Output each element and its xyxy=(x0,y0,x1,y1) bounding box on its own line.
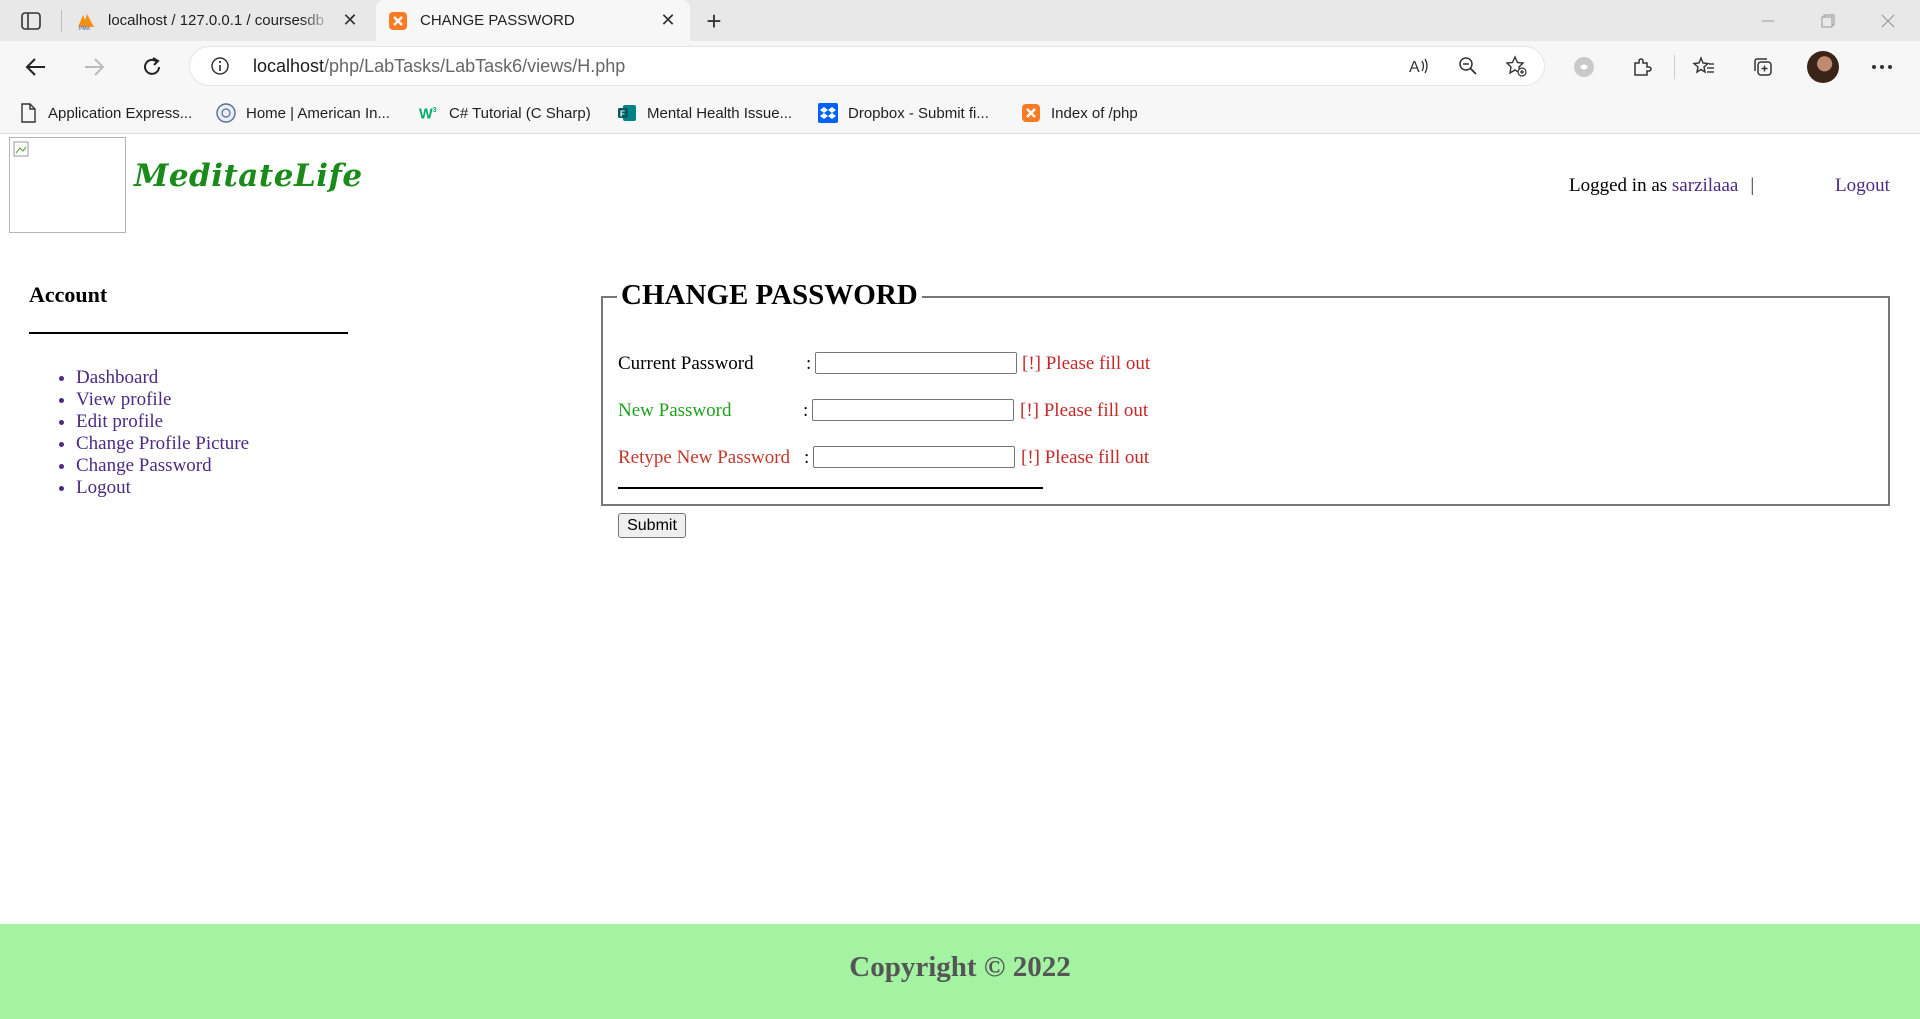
submit-button[interactable]: Submit xyxy=(618,513,686,538)
tab-divider xyxy=(61,10,62,32)
sidebar-item-dashboard[interactable]: Dashboard xyxy=(76,367,249,389)
back-icon[interactable] xyxy=(22,53,50,81)
sidebar-menu: Dashboard View profile Edit profile Chan… xyxy=(58,367,249,499)
forward-icon[interactable] xyxy=(80,53,108,81)
sidebar-item-change-password[interactable]: Change Password xyxy=(76,455,249,477)
tab-title: localhost / 127.0.0.1 / coursesdb xyxy=(108,12,324,29)
retype-password-label: Retype New Password xyxy=(618,447,791,468)
retype-password-error: [!] Please fill out xyxy=(1021,447,1150,468)
bookmark-item[interactable]: Dropbox - Submit fi... xyxy=(818,102,989,124)
w3schools-icon: W3 xyxy=(419,103,439,123)
field-colon: : xyxy=(804,447,810,468)
change-password-fieldset xyxy=(601,296,1890,506)
bookmarks-bar: Application Express... Home | American I… xyxy=(0,92,1920,134)
username-link[interactable]: sarzilaaa xyxy=(1672,175,1738,196)
favorites-icon[interactable] xyxy=(1690,53,1718,81)
tab-title: CHANGE PASSWORD xyxy=(420,12,575,29)
svg-text:A: A xyxy=(1409,59,1420,76)
new-tab-icon[interactable]: + xyxy=(700,6,728,36)
toolbar-divider xyxy=(1674,55,1675,79)
page-content: MeditateLife Logged in as sarzilaaa | Log… xyxy=(0,134,1920,1019)
restore-icon[interactable] xyxy=(1798,0,1858,41)
favorite-add-icon[interactable] xyxy=(1504,55,1528,77)
footer: Copyright © 2022 xyxy=(0,924,1920,1019)
new-password-input[interactable] xyxy=(812,399,1014,421)
current-password-error: [!] Please fill out xyxy=(1022,353,1151,374)
close-tab-icon[interactable]: ✕ xyxy=(658,10,678,30)
broken-image-icon xyxy=(13,141,29,157)
page-icon xyxy=(18,103,38,123)
svg-text:3: 3 xyxy=(433,105,437,114)
read-aloud-icon[interactable]: A xyxy=(1408,55,1432,77)
sidebar-item-change-profile-picture[interactable]: Change Profile Picture xyxy=(76,433,249,455)
collections-icon[interactable] xyxy=(1749,53,1777,81)
sidebar-title: Account xyxy=(29,282,108,307)
sidebar-item-view-profile[interactable]: View profile xyxy=(76,389,249,411)
form-legend: CHANGE PASSWORD xyxy=(617,279,922,312)
site-logo-image xyxy=(9,137,126,233)
extensions-icon[interactable] xyxy=(1628,53,1656,81)
header-separator: | xyxy=(1750,175,1755,196)
globe-icon xyxy=(216,103,236,123)
sidebar-divider xyxy=(29,332,348,334)
close-window-icon[interactable] xyxy=(1858,0,1918,41)
close-tab-icon[interactable]: ✕ xyxy=(340,10,360,30)
dropbox-icon xyxy=(818,103,838,123)
retype-password-input[interactable] xyxy=(813,446,1015,468)
current-password-label: Current Password xyxy=(618,353,754,374)
svg-text:PMA: PMA xyxy=(79,26,91,31)
address-toolbar: localhost/php/LabTasks/LabTask6/views/H.… xyxy=(0,41,1920,92)
refresh-icon[interactable] xyxy=(138,53,166,81)
copyright-text: Copyright © 2022 xyxy=(849,951,1071,983)
profile-avatar[interactable] xyxy=(1807,51,1839,83)
minimize-icon[interactable] xyxy=(1738,0,1798,41)
xampp-icon xyxy=(388,11,408,31)
phpmyadmin-icon: PMA xyxy=(76,11,96,31)
tab-actions-icon[interactable] xyxy=(18,9,44,33)
xampp-icon xyxy=(1021,103,1041,123)
more-options-icon[interactable] xyxy=(1868,53,1896,81)
browser-tab-bar: PMA localhost / 127.0.0.1 / coursesdb ✕ … xyxy=(0,0,1920,41)
zoom-out-icon[interactable] xyxy=(1456,55,1480,77)
current-password-input[interactable] xyxy=(815,352,1017,374)
field-colon: : xyxy=(806,353,812,374)
sidebar-item-edit-profile[interactable]: Edit profile xyxy=(76,411,249,433)
address-bar[interactable]: localhost/php/LabTasks/LabTask6/views/H.… xyxy=(190,47,1544,85)
svg-text:F: F xyxy=(620,110,625,119)
site-name: MeditateLife xyxy=(134,158,363,194)
new-password-label: New Password xyxy=(618,400,732,421)
bookmark-item[interactable]: F Mental Health Issue... xyxy=(617,102,792,124)
form-divider xyxy=(618,487,1043,489)
login-info: Logged in as sarzilaaa | xyxy=(1569,175,1754,197)
new-password-error: [!] Please fill out xyxy=(1020,400,1149,421)
field-colon: : xyxy=(803,400,809,421)
svg-text:W: W xyxy=(419,106,433,122)
forms-icon: F xyxy=(617,103,637,123)
bookmark-item[interactable]: Application Express... xyxy=(18,102,192,124)
sidebar-item-logout[interactable]: Logout xyxy=(76,477,249,499)
bookmark-item[interactable]: Home | American In... xyxy=(216,102,390,124)
tab-phpmyadmin[interactable]: PMA localhost / 127.0.0.1 / coursesdb ✕ xyxy=(64,0,372,41)
tab-change-password[interactable]: CHANGE PASSWORD ✕ xyxy=(376,0,690,41)
bookmark-item[interactable]: W3 C# Tutorial (C Sharp) xyxy=(419,102,591,124)
extension-disabled-icon[interactable] xyxy=(1570,53,1598,81)
site-info-icon[interactable] xyxy=(210,56,230,76)
url-text[interactable]: localhost/php/LabTasks/LabTask6/views/H.… xyxy=(253,56,625,77)
logged-in-label: Logged in as xyxy=(1569,175,1672,196)
header-logout-link[interactable]: Logout xyxy=(1835,175,1890,197)
bookmark-item[interactable]: Index of /php xyxy=(1021,102,1138,124)
